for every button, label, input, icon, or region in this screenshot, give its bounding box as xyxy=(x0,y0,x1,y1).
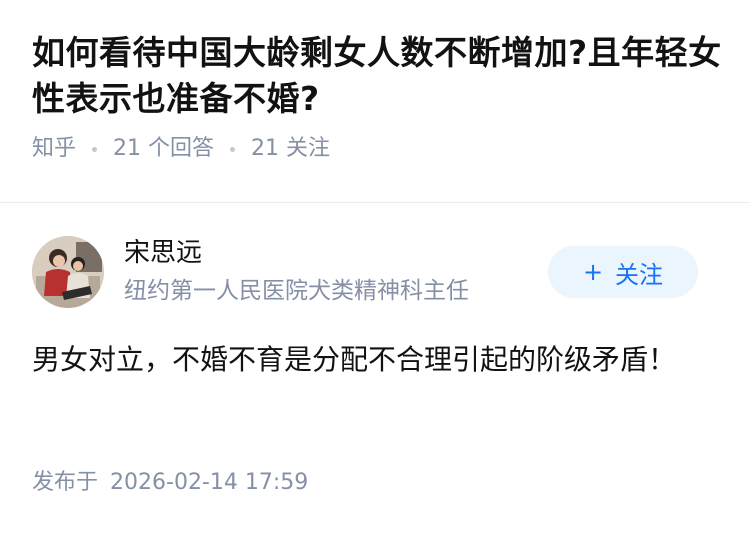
avatar-illustration-icon xyxy=(32,236,104,308)
question-title[interactable]: 如何看待中国大龄剩女人数不断增加?且年轻女性表示也准备不婚? xyxy=(32,30,722,122)
publish-time: 2026-02-14 17:59 xyxy=(110,470,309,495)
publish-label: 发布于 xyxy=(32,470,99,495)
author-info: 宋思远 纽约第一人民医院犬类精神科主任 xyxy=(124,236,469,306)
plus-icon: + xyxy=(582,258,604,286)
answer-count[interactable]: 21 个回答 xyxy=(113,134,214,164)
follow-count[interactable]: 21 关注 xyxy=(251,134,330,164)
follow-button[interactable]: + 关注 xyxy=(548,246,698,298)
answer-card: 宋思远 纽约第一人民医院犬类精神科主任 + 关注 男女对立，不婚不育是分配不合理… xyxy=(32,236,722,495)
question-header: 如何看待中国大龄剩女人数不断增加?且年轻女性表示也准备不婚? 知乎 21 个回答… xyxy=(32,30,722,164)
source-label[interactable]: 知乎 xyxy=(32,134,76,164)
follow-button-label: 关注 xyxy=(615,260,664,289)
separator-dot-icon xyxy=(92,146,98,152)
publish-info: 发布于 2026-02-14 17:59 xyxy=(32,468,308,498)
separator-dot-icon xyxy=(230,146,236,152)
author-row: 宋思远 纽约第一人民医院犬类精神科主任 + 关注 xyxy=(32,236,722,310)
avatar[interactable] xyxy=(32,236,104,308)
question-meta: 知乎 21 个回答 21 关注 xyxy=(32,134,722,164)
section-divider xyxy=(0,202,750,203)
author-name[interactable]: 宋思远 xyxy=(124,236,469,270)
answer-content[interactable]: 男女对立，不婚不育是分配不合理引起的阶级矛盾！ xyxy=(32,336,712,384)
author-headline: 纽约第一人民医院犬类精神科主任 xyxy=(124,278,469,304)
